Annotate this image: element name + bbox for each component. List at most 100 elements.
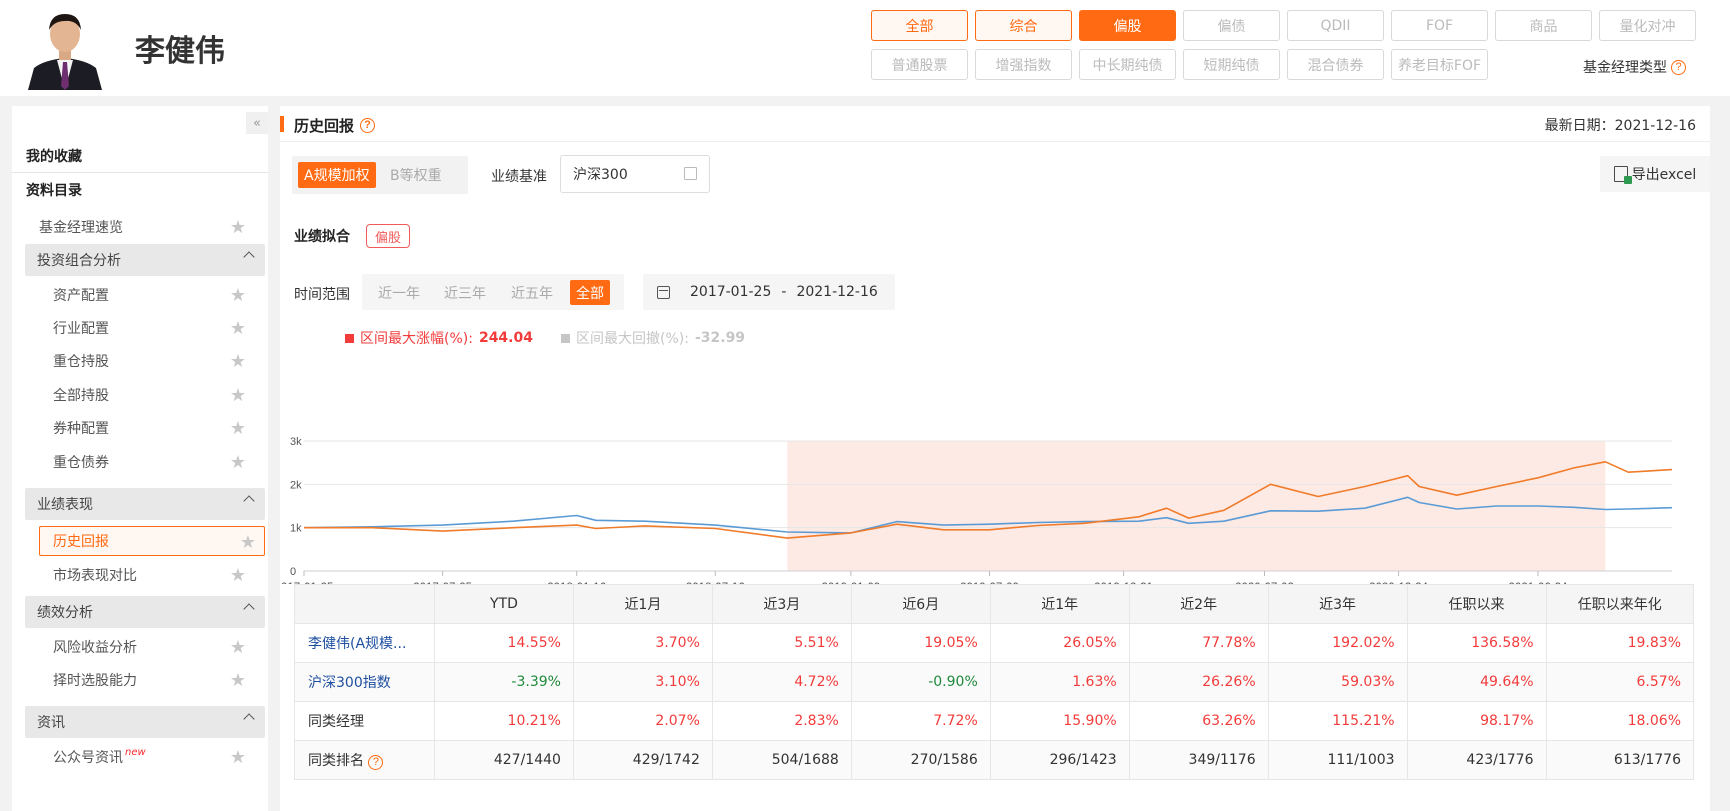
row-name-benchmark[interactable]: 沪深300指数 (294, 662, 435, 702)
type-button-commodity[interactable]: 商品 (1495, 10, 1592, 41)
sidebar-item-risk-return[interactable]: 风险收益分析 ★ (12, 632, 268, 662)
star-icon[interactable]: ★ (230, 318, 246, 339)
type-button-target-fof[interactable]: 养老目标FOF (1391, 49, 1488, 80)
stat-max-drawdown[interactable]: 区间最大回撤(%): -32.99 (561, 328, 745, 348)
sidebar-group-performance[interactable]: 业绩表现 (25, 488, 265, 520)
table-row: 同类排名 ? 427/1440 429/1742 504/1688 270/15… (294, 740, 1694, 780)
column-header: 近3年 (1267, 584, 1408, 624)
type-button-mid-long-bond[interactable]: 中长期纯债 (1079, 49, 1176, 80)
sidebar-item-wechat-news[interactable]: 公众号资讯 new ★ (12, 742, 268, 772)
column-header: YTD (434, 584, 574, 624)
weight-b-button[interactable]: B等权重 (384, 162, 448, 188)
type-button-short-bond[interactable]: 短期纯债 (1183, 49, 1280, 80)
table-cell: 504/1688 (711, 740, 852, 780)
type-button-mixed-bond[interactable]: 混合债券 (1287, 49, 1384, 80)
range-5y-button[interactable]: 近五年 (505, 280, 559, 305)
sidebar-item-timing-selection[interactable]: 择时选股能力 ★ (12, 665, 268, 695)
table-row: 同类经理 10.21% 2.07% 2.83% 7.72% 15.90% 63.… (294, 701, 1694, 741)
table-cell: 59.03% (1267, 662, 1408, 702)
row-name-manager[interactable]: 李健伟(A规模... (294, 623, 435, 663)
export-excel-button[interactable]: 导出excel (1600, 156, 1710, 192)
sidebar-item-overview[interactable]: 基金经理速览 ★ (12, 212, 268, 242)
star-icon[interactable]: ★ (230, 217, 246, 238)
type-button-common-stock[interactable]: 普通股票 (871, 49, 968, 80)
table-cell: 136.58% (1406, 623, 1547, 663)
table-row: 沪深300指数 -3.39% 3.10% 4.72% -0.90% 1.63% … (294, 662, 1694, 702)
date-separator: - (781, 284, 787, 300)
table-cell: 98.17% (1406, 701, 1547, 741)
table-header-row: YTD 近1月 近3月 近6月 近1年 近2年 近3年 任职以来 任职以来年化 (294, 584, 1694, 624)
date-start: 2017-01-25 (690, 284, 772, 300)
row-name-rank: 同类排名 ? (294, 740, 435, 780)
star-icon[interactable]: ★ (240, 532, 256, 553)
sidebar-item-label: 基金经理速览 (39, 220, 123, 236)
table-cell: 111/1003 (1267, 740, 1408, 780)
star-icon[interactable]: ★ (230, 637, 246, 658)
type-button-bond-biased[interactable]: 偏债 (1183, 10, 1280, 41)
sidebar-item-market-comparison[interactable]: 市场表现对比 ★ (12, 560, 268, 590)
latest-date: 最新日期：2021-12-16 (1544, 118, 1696, 134)
type-button-fof[interactable]: FOF (1391, 10, 1488, 41)
type-button-general[interactable]: 综合 (975, 10, 1072, 41)
star-icon[interactable]: ★ (230, 418, 246, 439)
chevron-up-icon (243, 495, 255, 507)
sidebar-item-bond-type-allocation[interactable]: 券种配置 ★ (12, 413, 268, 443)
edit-icon[interactable] (684, 167, 697, 180)
date-end: 2021-12-16 (796, 284, 878, 300)
star-icon[interactable]: ★ (230, 452, 246, 473)
stat-up-label: 区间最大涨幅(%): (360, 331, 473, 347)
type-button-enhanced-index[interactable]: 增强指数 (975, 49, 1072, 80)
column-header: 近1年 (989, 584, 1130, 624)
sidebar-item-label: 择时选股能力 (53, 673, 137, 689)
star-icon[interactable]: ★ (230, 670, 246, 691)
manager-name: 李健伟 (135, 34, 225, 69)
range-label: 时间范围 (294, 287, 350, 303)
table-cell: 7.72% (850, 701, 991, 741)
star-icon[interactable]: ★ (230, 385, 246, 406)
stat-down-value: -32.99 (694, 330, 746, 346)
star-icon[interactable]: ★ (230, 747, 246, 768)
collapse-sidebar-icon[interactable]: « (246, 112, 268, 134)
table-cell: 26.05% (989, 623, 1130, 663)
range-1y-button[interactable]: 近一年 (372, 280, 426, 305)
chart-svg: 3k2k1k02017-01-252017-07-252018-01-16201… (280, 436, 1673, 584)
type-button-qdii[interactable]: QDII (1287, 10, 1384, 41)
table-cell: 192.02% (1267, 623, 1408, 663)
range-3y-button[interactable]: 近三年 (438, 280, 492, 305)
manager-type-text: 基金经理类型 (1583, 60, 1667, 76)
range-all-button[interactable]: 全部 (570, 280, 610, 305)
sidebar: « 我的收藏 资料目录 基金经理速览 ★ 投资组合分析 资产配置 ★ 行业配置 … (12, 106, 268, 811)
type-button-all[interactable]: 全部 (871, 10, 968, 41)
sidebar-catalog[interactable]: 资料目录 (26, 180, 82, 200)
sidebar-item-label: 重仓债券 (53, 455, 109, 471)
star-icon[interactable]: ★ (230, 565, 246, 586)
sidebar-item-all-holdings[interactable]: 全部持股 ★ (12, 380, 268, 410)
help-icon[interactable]: ? (368, 755, 384, 770)
sidebar-item-historical-return[interactable]: 历史回报 ★ (39, 526, 265, 556)
sidebar-group-portfolio[interactable]: 投资组合分析 (25, 244, 265, 276)
star-icon[interactable]: ★ (230, 351, 246, 372)
manager-type-label: 基金经理类型 ? (1583, 57, 1686, 77)
sidebar-group-label: 投资组合分析 (37, 253, 121, 269)
type-button-quant-hedge[interactable]: 量化对冲 (1599, 10, 1696, 41)
benchmark-input[interactable]: 沪深300 (560, 155, 710, 193)
weight-a-button[interactable]: A规模加权 (298, 162, 376, 188)
column-header: 近3月 (711, 584, 852, 624)
sidebar-item-asset-allocation[interactable]: 资产配置 ★ (12, 280, 268, 310)
table-cell: 10.21% (434, 701, 574, 741)
help-icon[interactable]: ? (360, 118, 376, 133)
new-badge: new (125, 746, 146, 758)
sidebar-item-top-holdings[interactable]: 重仓持股 ★ (12, 346, 268, 376)
range-selector: 近一年 近三年 近五年 全部 (362, 274, 624, 310)
sidebar-group-analysis[interactable]: 绩效分析 (25, 596, 265, 628)
type-button-equity-biased[interactable]: 偏股 (1079, 10, 1176, 41)
table-cell: 14.55% (434, 623, 574, 663)
date-range-picker[interactable]: 2017-01-25 - 2021-12-16 (643, 274, 895, 310)
divider (280, 141, 1710, 142)
help-icon[interactable]: ? (1671, 59, 1686, 75)
sidebar-item-industry-allocation[interactable]: 行业配置 ★ (12, 313, 268, 343)
sidebar-group-news[interactable]: 资讯 (25, 706, 265, 738)
sidebar-item-top-bonds[interactable]: 重仓债券 ★ (12, 447, 268, 477)
star-icon[interactable]: ★ (230, 285, 246, 306)
sidebar-favorites[interactable]: 我的收藏 (26, 146, 82, 166)
